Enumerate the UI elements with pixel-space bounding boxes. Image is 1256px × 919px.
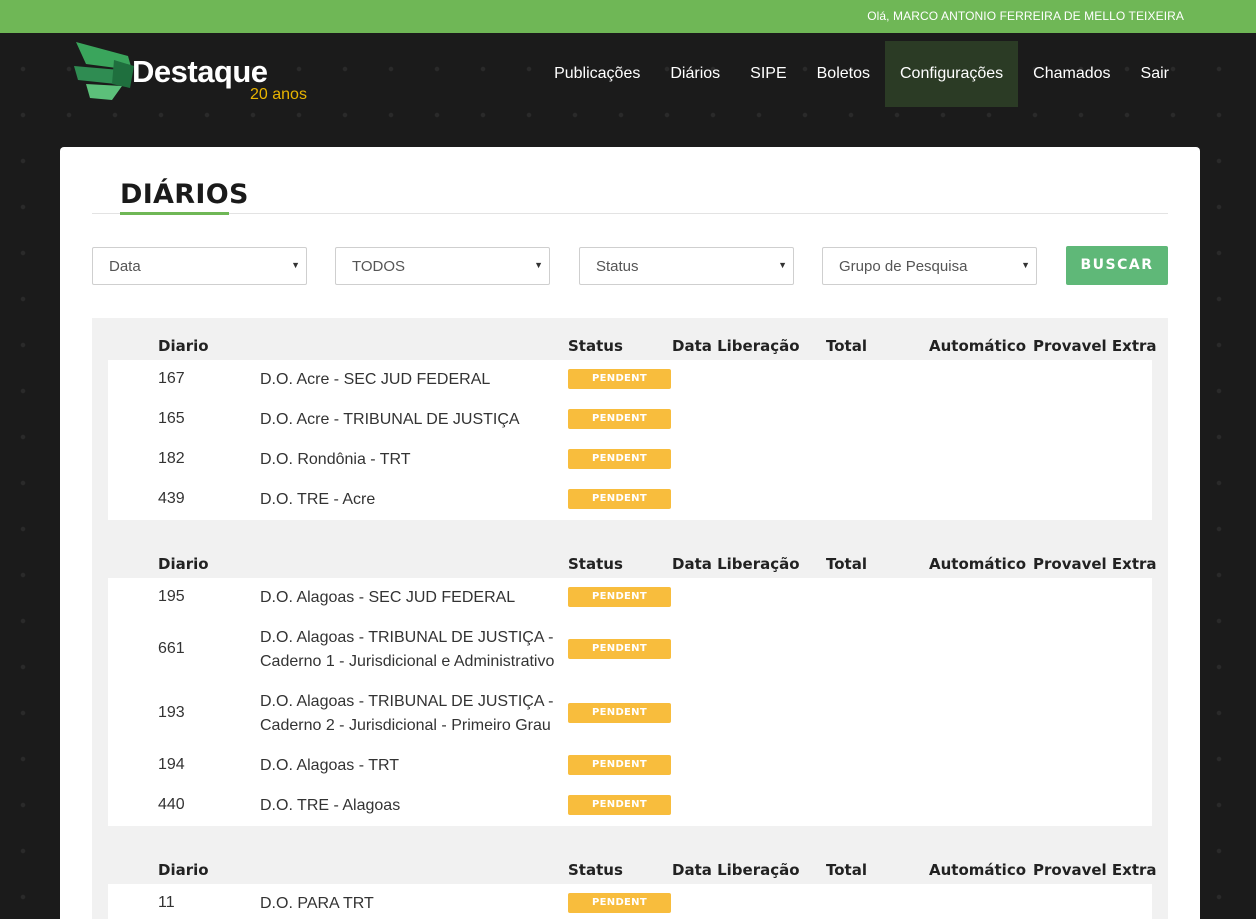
nav-boletos[interactable]: Boletos bbox=[802, 41, 885, 107]
chevron-down-icon: ▼ bbox=[778, 260, 787, 270]
diario-id: 194 bbox=[158, 756, 185, 773]
header-provavel-extra: Provavel Extra bbox=[1033, 555, 1157, 573]
table-group: 167 D.O. Acre - SEC JUD FEDERAL PENDENT … bbox=[108, 360, 1152, 520]
diario-id: 167 bbox=[158, 370, 185, 387]
diario-name: D.O. PARA TRT bbox=[260, 895, 374, 912]
header-diario: Diario bbox=[158, 337, 209, 355]
header-status: Status bbox=[568, 861, 623, 879]
diario-name: D.O. Alagoas - TRIBUNAL DE JUSTIÇA - Cad… bbox=[260, 629, 555, 670]
status-badge: PENDENT bbox=[568, 795, 671, 815]
type-select[interactable]: TODOS ▼ bbox=[335, 247, 550, 285]
diario-name: D.O. TRE - Acre bbox=[260, 491, 376, 508]
header-automatico: Automático bbox=[929, 337, 1027, 355]
user-greeting: Olá, MARCO ANTONIO FERREIRA DE MELLO TEI… bbox=[867, 9, 1184, 23]
table-row[interactable]: 439 D.O. TRE - Acre PENDENT bbox=[108, 480, 1152, 520]
nav-configuracoes[interactable]: Configurações bbox=[885, 41, 1019, 107]
nav-sair[interactable]: Sair bbox=[1126, 41, 1184, 107]
date-select[interactable]: Data ▼ bbox=[92, 247, 307, 285]
header-diario: Diario bbox=[158, 861, 209, 879]
nav-sipe[interactable]: SIPE bbox=[735, 41, 801, 107]
diario-id: 182 bbox=[158, 450, 185, 467]
nav-publicacoes[interactable]: Publicações bbox=[539, 41, 655, 107]
status-badge: PENDENT bbox=[568, 587, 671, 607]
status-badge: PENDENT bbox=[568, 449, 671, 469]
table-group: 195 D.O. Alagoas - SEC JUD FEDERAL PENDE… bbox=[108, 578, 1152, 826]
status-badge: PENDENT bbox=[568, 639, 671, 659]
page-title: DIÁRIOS bbox=[120, 179, 249, 210]
table-row[interactable]: 165 D.O. Acre - TRIBUNAL DE JUSTIÇA PEND… bbox=[108, 400, 1152, 440]
table-row[interactable]: 193 D.O. Alagoas - TRIBUNAL DE JUSTIÇA -… bbox=[108, 682, 1152, 746]
table-row[interactable]: 11 D.O. PARA TRT PENDENT bbox=[108, 884, 1152, 919]
table-header: Diario Status Data Liberação Total Autom… bbox=[92, 318, 1168, 358]
diario-name: D.O. Alagoas - TRT bbox=[260, 757, 400, 774]
diario-name: D.O. Acre - TRIBUNAL DE JUSTIÇA bbox=[260, 411, 520, 428]
header-data-liberacao: Data Liberação bbox=[672, 555, 800, 573]
search-button[interactable]: BUSCAR bbox=[1066, 246, 1168, 285]
diario-name: D.O. Alagoas - TRIBUNAL DE JUSTIÇA - Cad… bbox=[260, 693, 554, 734]
table-row[interactable]: 661 D.O. Alagoas - TRIBUNAL DE JUSTIÇA -… bbox=[108, 618, 1152, 682]
diario-name: D.O. Alagoas - SEC JUD FEDERAL bbox=[260, 589, 516, 606]
diario-id: 195 bbox=[158, 588, 185, 605]
diario-name: D.O. Acre - SEC JUD FEDERAL bbox=[260, 371, 491, 388]
header-provavel-extra: Provavel Extra bbox=[1033, 861, 1157, 879]
chevron-down-icon: ▼ bbox=[534, 260, 543, 270]
header-data-liberacao: Data Liberação bbox=[672, 337, 800, 355]
content-panel: DIÁRIOS Data ▼ TODOS ▼ Status ▼ Grupo de… bbox=[60, 147, 1200, 919]
table-group: 11 D.O. PARA TRT PENDENT bbox=[108, 884, 1152, 919]
header-status: Status bbox=[568, 337, 623, 355]
status-badge: PENDENT bbox=[568, 893, 671, 913]
group-select[interactable]: Grupo de Pesquisa ▼ bbox=[822, 247, 1037, 285]
main-nav: Publicações Diários SIPE Boletos Configu… bbox=[539, 41, 1184, 107]
status-badge: PENDENT bbox=[568, 703, 671, 723]
status-badge: PENDENT bbox=[568, 755, 671, 775]
status-badge: PENDENT bbox=[568, 409, 671, 429]
date-select-value: Data bbox=[109, 258, 141, 275]
brand-name: Destaque bbox=[132, 54, 268, 89]
nav-chamados[interactable]: Chamados bbox=[1018, 41, 1125, 107]
status-badge: PENDENT bbox=[568, 489, 671, 509]
header-automatico: Automático bbox=[929, 555, 1027, 573]
diario-id: 193 bbox=[158, 704, 185, 721]
diario-id: 11 bbox=[158, 894, 175, 911]
diario-id: 439 bbox=[158, 490, 185, 507]
header-data-liberacao: Data Liberação bbox=[672, 861, 800, 879]
status-select[interactable]: Status ▼ bbox=[579, 247, 794, 285]
status-select-value: Status bbox=[596, 258, 639, 275]
header-total: Total bbox=[826, 555, 867, 573]
nav-diarios[interactable]: Diários bbox=[655, 41, 735, 107]
chevron-down-icon: ▼ bbox=[1021, 260, 1030, 270]
brand-logo[interactable]: Destaque 20 anos bbox=[72, 40, 332, 110]
diarios-table: Diario Status Data Liberação Total Autom… bbox=[92, 318, 1168, 919]
status-badge: PENDENT bbox=[568, 369, 671, 389]
table-row[interactable]: 440 D.O. TRE - Alagoas PENDENT bbox=[108, 786, 1152, 826]
type-select-value: TODOS bbox=[352, 258, 406, 275]
header-provavel-extra: Provavel Extra bbox=[1033, 337, 1157, 355]
group-select-value: Grupo de Pesquisa bbox=[839, 258, 968, 275]
table-header: Diario Status Data Liberação Total Autom… bbox=[92, 536, 1168, 576]
header-total: Total bbox=[826, 337, 867, 355]
brand-tagline: 20 anos bbox=[250, 86, 307, 103]
table-header: Diario Status Data Liberação Total Autom… bbox=[92, 842, 1168, 882]
title-divider bbox=[92, 213, 1168, 214]
header-status: Status bbox=[568, 555, 623, 573]
table-row[interactable]: 195 D.O. Alagoas - SEC JUD FEDERAL PENDE… bbox=[108, 578, 1152, 618]
top-bar: Olá, MARCO ANTONIO FERREIRA DE MELLO TEI… bbox=[0, 0, 1256, 33]
table-row[interactable]: 194 D.O. Alagoas - TRT PENDENT bbox=[108, 746, 1152, 786]
logo-mark-icon bbox=[74, 42, 134, 100]
diario-name: D.O. TRE - Alagoas bbox=[260, 797, 401, 814]
diario-id: 440 bbox=[158, 796, 185, 813]
diario-id: 661 bbox=[158, 640, 185, 657]
diario-id: 165 bbox=[158, 410, 185, 427]
header-total: Total bbox=[826, 861, 867, 879]
table-row[interactable]: 167 D.O. Acre - SEC JUD FEDERAL PENDENT bbox=[108, 360, 1152, 400]
chevron-down-icon: ▼ bbox=[291, 260, 300, 270]
header-automatico: Automático bbox=[929, 861, 1027, 879]
diario-name: D.O. Rondônia - TRT bbox=[260, 451, 411, 468]
table-row[interactable]: 182 D.O. Rondônia - TRT PENDENT bbox=[108, 440, 1152, 480]
header-diario: Diario bbox=[158, 555, 209, 573]
title-underline bbox=[120, 212, 229, 215]
